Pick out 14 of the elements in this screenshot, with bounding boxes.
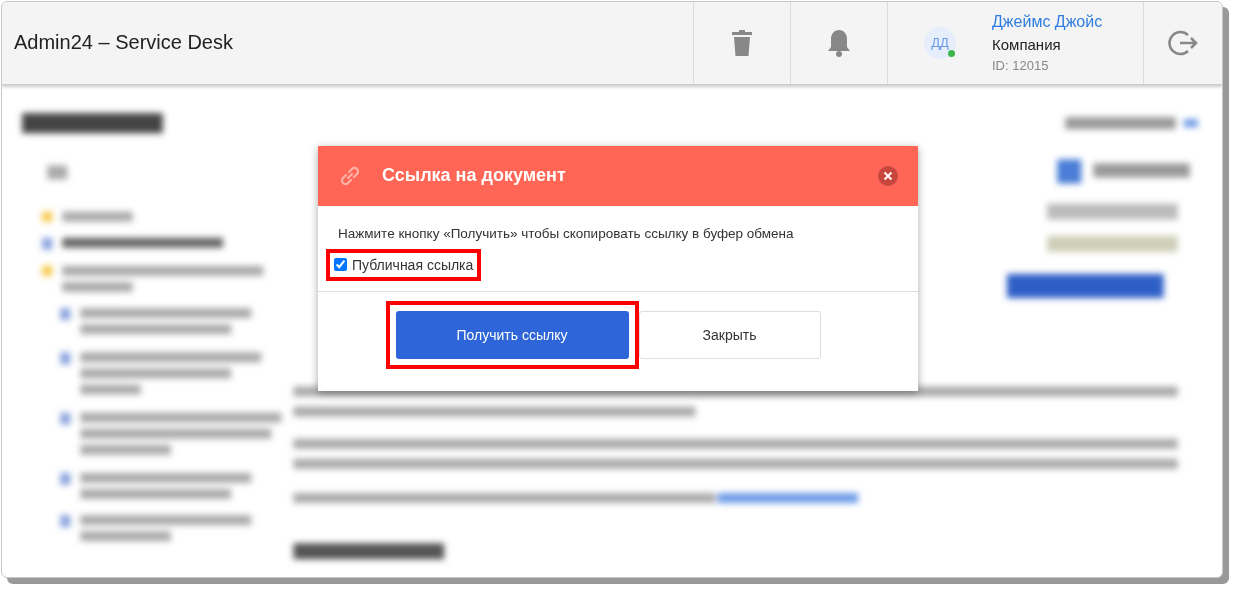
close-icon[interactable] [878, 165, 898, 186]
logout-icon[interactable] [1168, 28, 1198, 57]
dialog-message: Нажмите кнопку «Получить» чтобы скопировать ссылку в буфер обмена [337, 225, 795, 241]
bell-icon[interactable] [826, 27, 852, 58]
checkbox-label[interactable]: Публичная ссылка [352, 256, 474, 273]
dialog-title: Ссылка на документ [382, 165, 567, 187]
public-link-checkbox[interactable] [334, 258, 347, 272]
user-id: ID: 12015 [992, 57, 1050, 73]
get-link-button[interactable]: Получить ссылку [395, 310, 629, 359]
user-name[interactable]: Джеймс Джойс [992, 12, 1103, 31]
company-name: Компания [992, 35, 1062, 53]
trash-icon[interactable] [732, 29, 752, 56]
close-button[interactable]: Закрыть [638, 310, 821, 359]
app-title: Admin24 – Service Desk [13, 31, 234, 55]
